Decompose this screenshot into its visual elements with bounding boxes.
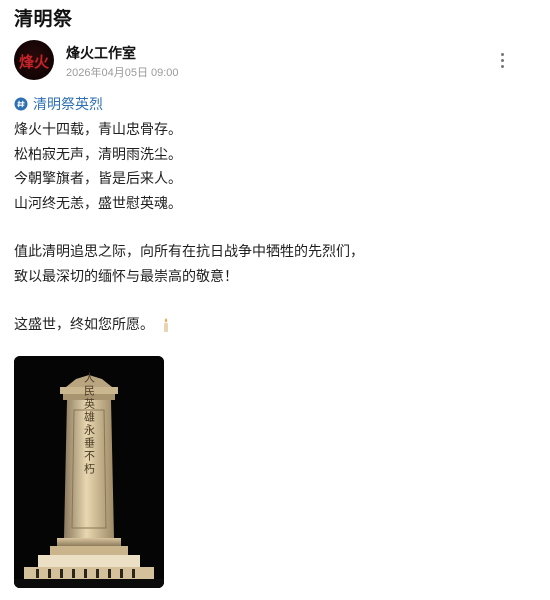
more-dot-icon [500,53,504,56]
svg-text:烽火: 烽火 [19,53,50,71]
more-dot-icon [500,65,504,68]
topic-hash-icon [14,97,28,111]
topic-tag[interactable]: 清明祭英烈 [14,94,103,114]
avatar-logo-icon: 烽火 [19,53,50,71]
tribute-line: 致以最深切的缅怀与最崇高的敬意！ [14,268,238,285]
tribute-paragraph: 值此清明追思之际，向所有在抗日战争中牺牲的先烈们， 致以最深切的缅怀与最崇高的敬… [14,240,534,289]
inscription-text: 人民英雄永垂不朽 [83,372,96,476]
closing-paragraph: 这盛世，终如您所愿。 [14,313,534,338]
page-title: 清明祭 [14,8,73,30]
monument-image: 人民英雄永垂不朽 [14,356,164,588]
poem-block: 烽火十四载，青山忠骨存。 松柏寂无声，清明雨洗尘。 今朝擎旗者，皆是后来人。 山… [14,118,534,216]
candle-icon [164,318,168,333]
post-timestamp: 2026年04月05日 09:00 [66,67,179,79]
more-dot-icon [500,59,504,62]
monument-photo[interactable]: 人民英雄永垂不朽 [14,356,164,588]
svg-text:人民英雄永垂不朽: 人民英雄永垂不朽 [83,372,96,476]
poem-line: 松柏寂无声，清明雨洗尘。 [14,146,182,163]
poem-line: 烽火十四载，青山忠骨存。 [14,122,182,138]
more-options-button[interactable] [494,50,510,72]
author-header: 烽火 烽火工作室 2026年04月05日 09:00 [14,40,534,82]
topic-label: 清明祭英烈 [33,97,103,113]
poem-line: 山河终无恙，盛世慰英魂。 [14,195,182,212]
tribute-line: 值此清明追思之际，向所有在抗日战争中牺牲的先烈们， [14,244,364,260]
avatar[interactable]: 烽火 [14,40,54,80]
author-name[interactable]: 烽火工作室 [66,43,136,63]
closing-line: 这盛世，终如您所愿。 [14,313,534,338]
closing-text: 这盛世，终如您所愿。 [14,317,154,333]
poem-line: 今朝擎旗者，皆是后来人。 [14,171,182,187]
